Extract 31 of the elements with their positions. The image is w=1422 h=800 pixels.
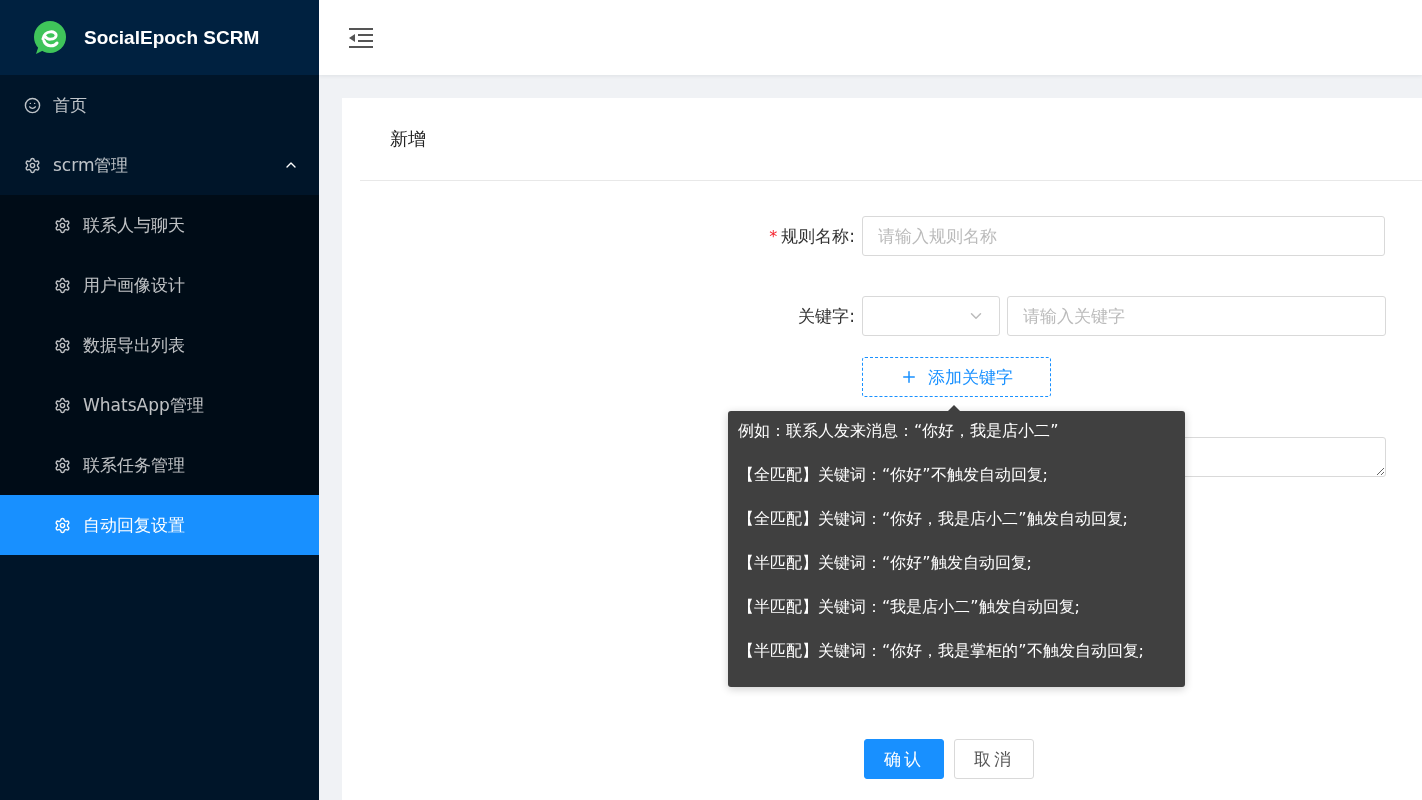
menu-item[interactable]: WhatsApp管理 xyxy=(0,375,319,435)
gear-icon xyxy=(54,456,71,474)
required-mark: * xyxy=(769,226,778,246)
menu-item[interactable]: 首页 xyxy=(0,75,319,135)
input-field[interactable]: 请输入关键字 xyxy=(1007,296,1386,336)
tooltip-text: 【全匹配】关键词：“你好，我是店小二”触发自动回复; xyxy=(738,508,1129,530)
tooltip-text: 例如：联系人发来消息：“你好，我是店小二” xyxy=(738,420,1060,442)
tooltip-text: 【全匹配】关键词：“你好”不触发自动回复; xyxy=(738,464,1049,486)
card-title: 新增 xyxy=(390,127,426,151)
menu-item[interactable]: 联系人与聊天 xyxy=(0,195,319,255)
menu-item[interactable]: scrm管理 xyxy=(0,135,319,195)
gear-icon xyxy=(54,276,71,294)
tooltip-text: 【半匹配】关键词：“你好”触发自动回复; xyxy=(738,552,1033,574)
menu-item[interactable]: 用户画像设计 xyxy=(0,255,319,315)
gear-icon xyxy=(24,156,41,174)
gear-icon xyxy=(54,336,71,354)
gear-icon xyxy=(54,516,71,534)
menu-item[interactable]: 联系任务管理 xyxy=(0,435,319,495)
plus-icon xyxy=(900,368,918,386)
menu-icon[interactable] xyxy=(349,27,373,48)
smile-icon xyxy=(24,96,41,114)
cancel-button[interactable]: 取消 xyxy=(954,739,1034,779)
field-label: 规则名称: xyxy=(781,224,855,248)
tooltip-text: 【半匹配】关键词：“我是店小二”触发自动回复; xyxy=(738,596,1081,618)
gear-icon xyxy=(54,216,71,234)
brand-name: SocialEpoch SCRM xyxy=(84,26,260,49)
gear-icon xyxy=(54,396,71,414)
field-label: 关键字: xyxy=(798,304,855,328)
menu-item[interactable]: 数据导出列表 xyxy=(0,315,319,375)
tooltip-text: 【半匹配】关键词：“你好，我是掌柜的”不触发自动回复; xyxy=(738,640,1145,662)
input-field[interactable]: 请输入规则名称 xyxy=(862,216,1385,256)
